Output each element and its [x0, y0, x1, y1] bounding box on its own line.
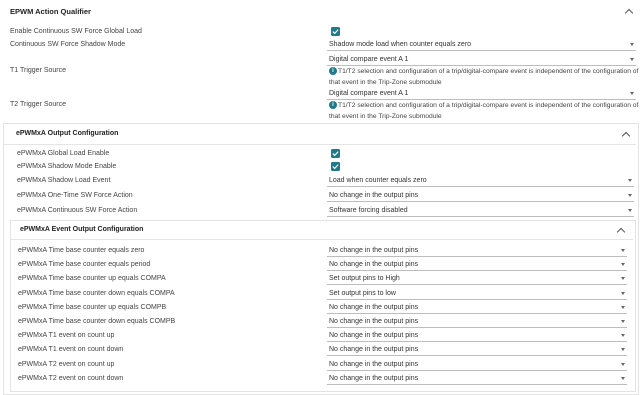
continuous-force-label: ePWMxA Continuous SW Force Action — [17, 207, 138, 214]
event-row-value: No change in the output pins — [329, 331, 419, 339]
caret-down-icon — [630, 43, 634, 46]
event-row-select[interactable]: No change in the output pins — [327, 372, 627, 385]
shadow-load-event-label: ePWMxA Shadow Load Event — [17, 177, 111, 184]
output-config-title: ePWMxA Output Configuration — [16, 130, 119, 137]
output-global-load-label: ePWMxA Global Load Enable — [17, 150, 110, 157]
caret-down-icon — [621, 363, 625, 366]
event-row-select[interactable]: No change in the output pins — [327, 258, 627, 271]
event-row-select[interactable]: No change in the output pins — [327, 301, 627, 314]
chevron-up-icon[interactable] — [621, 131, 631, 141]
event-row-label: ePWMxA Time base counter equals zero — [18, 247, 145, 254]
caret-down-icon — [621, 377, 625, 380]
event-row-label: ePWMxA T1 event on count up — [18, 332, 115, 339]
output-config-header[interactable]: ePWMxA Output Configuration — [4, 124, 636, 144]
onetime-force-label: ePWMxA One-Time SW Force Action — [17, 192, 133, 199]
event-config-header[interactable]: ePWMxA Event Output Configuration — [11, 221, 633, 239]
event-row-select[interactable]: Set output pins to High — [327, 272, 627, 285]
caret-down-icon — [628, 179, 632, 182]
event-row-select[interactable]: No change in the output pins — [327, 315, 627, 328]
divider — [4, 144, 636, 145]
onetime-force-value: No change in the output pins — [329, 191, 419, 199]
continuous-force-value: Software forcing disabled — [329, 206, 408, 214]
chevron-up-icon[interactable] — [616, 227, 626, 237]
caret-down-icon — [628, 194, 632, 197]
event-row-select[interactable]: No change in the output pins — [327, 244, 627, 257]
t2-trigger-select[interactable]: Digital compare event A 1 — [327, 87, 636, 100]
checkbox-checked-icon — [332, 29, 339, 35]
event-row-value: No change in the output pins — [329, 360, 419, 368]
global-load-label: Enable Continuous SW Force Global Load — [10, 28, 142, 35]
event-row-value: No change in the output pins — [329, 246, 419, 254]
caret-down-icon — [630, 92, 634, 95]
caret-down-icon — [621, 292, 625, 295]
global-load-checkbox[interactable] — [331, 27, 340, 36]
event-row-value: No change in the output pins — [329, 345, 419, 353]
t1-trigger-label: T1 Trigger Source — [10, 67, 67, 74]
t2-info-text: T1/T2 selection and configuration of a t… — [329, 102, 639, 120]
action-qualifier-header[interactable]: EPWM Action Qualifier — [0, 0, 640, 22]
shadow-load-event-value: Load when counter equals zero — [329, 176, 427, 184]
shadow-mode-value: Shadow mode load when counter equals zer… — [329, 40, 472, 48]
t1-info-note: i T1/T2 selection and configuration of a … — [329, 66, 640, 88]
event-row-label: ePWMxA Time base counter up equals COMPB — [18, 304, 167, 311]
event-row-value: No change in the output pins — [329, 303, 419, 311]
event-row-value: No change in the output pins — [329, 374, 419, 382]
caret-down-icon — [621, 277, 625, 280]
checkbox-checked-icon — [332, 164, 339, 170]
event-row-select[interactable]: No change in the output pins — [327, 329, 627, 342]
t2-trigger-value: Digital compare event A 1 — [329, 89, 409, 97]
event-row-label: ePWMxA Time base counter up equals COMPA — [18, 275, 166, 282]
event-row-value: Set output pins to High — [329, 274, 400, 282]
event-row-label: ePWMxA T2 event on count up — [18, 361, 115, 368]
t2-info-note: i T1/T2 selection and configuration of a … — [329, 100, 640, 122]
event-row-label: ePWMxA T1 event on count down — [18, 346, 124, 353]
event-row-value: Set output pins to low — [329, 289, 396, 297]
event-config-title: ePWMxA Event Output Configuration — [20, 226, 144, 233]
info-icon: i — [329, 67, 337, 76]
onetime-force-select[interactable]: No change in the output pins — [327, 189, 634, 202]
t2-trigger-label: T2 Trigger Source — [10, 101, 67, 108]
event-row-value: No change in the output pins — [329, 260, 419, 268]
caret-down-icon — [621, 348, 625, 351]
event-row-label: ePWMxA T2 event on count down — [18, 375, 124, 382]
divider — [11, 239, 633, 240]
event-row-select[interactable]: No change in the output pins — [327, 358, 627, 371]
event-row-label: ePWMxA Time base counter equals period — [18, 261, 151, 268]
chevron-up-icon[interactable] — [624, 8, 634, 18]
event-row-label: ePWMxA Time base counter down equals COM… — [18, 290, 175, 297]
caret-down-icon — [621, 249, 625, 252]
output-global-load-checkbox[interactable] — [331, 149, 340, 158]
continuous-force-select[interactable]: Software forcing disabled — [327, 204, 634, 217]
event-row-select[interactable]: Set output pins to low — [327, 287, 627, 300]
output-shadow-mode-checkbox[interactable] — [331, 162, 340, 171]
caret-down-icon — [621, 306, 625, 309]
caret-down-icon — [621, 320, 625, 323]
event-row-select[interactable]: No change in the output pins — [327, 343, 627, 356]
checkbox-checked-icon — [332, 151, 339, 157]
output-shadow-mode-label: ePWMxA Shadow Mode Enable — [17, 163, 117, 170]
shadow-load-event-select[interactable]: Load when counter equals zero — [327, 174, 634, 187]
t1-trigger-value: Digital compare event A 1 — [329, 55, 409, 63]
event-row-label: ePWMxA Time base counter down equals COM… — [18, 318, 176, 325]
caret-down-icon — [630, 58, 634, 61]
event-row-value: No change in the output pins — [329, 317, 419, 325]
shadow-mode-select[interactable]: Shadow mode load when counter equals zer… — [327, 38, 636, 51]
caret-down-icon — [628, 209, 632, 212]
section-title: EPWM Action Qualifier — [10, 7, 91, 16]
t1-info-text: T1/T2 selection and configuration of a t… — [329, 68, 639, 86]
info-icon: i — [329, 101, 337, 110]
caret-down-icon — [621, 334, 625, 337]
t1-trigger-select[interactable]: Digital compare event A 1 — [327, 53, 636, 66]
caret-down-icon — [621, 263, 625, 266]
shadow-mode-label: Continuous SW Force Shadow Mode — [10, 41, 126, 48]
